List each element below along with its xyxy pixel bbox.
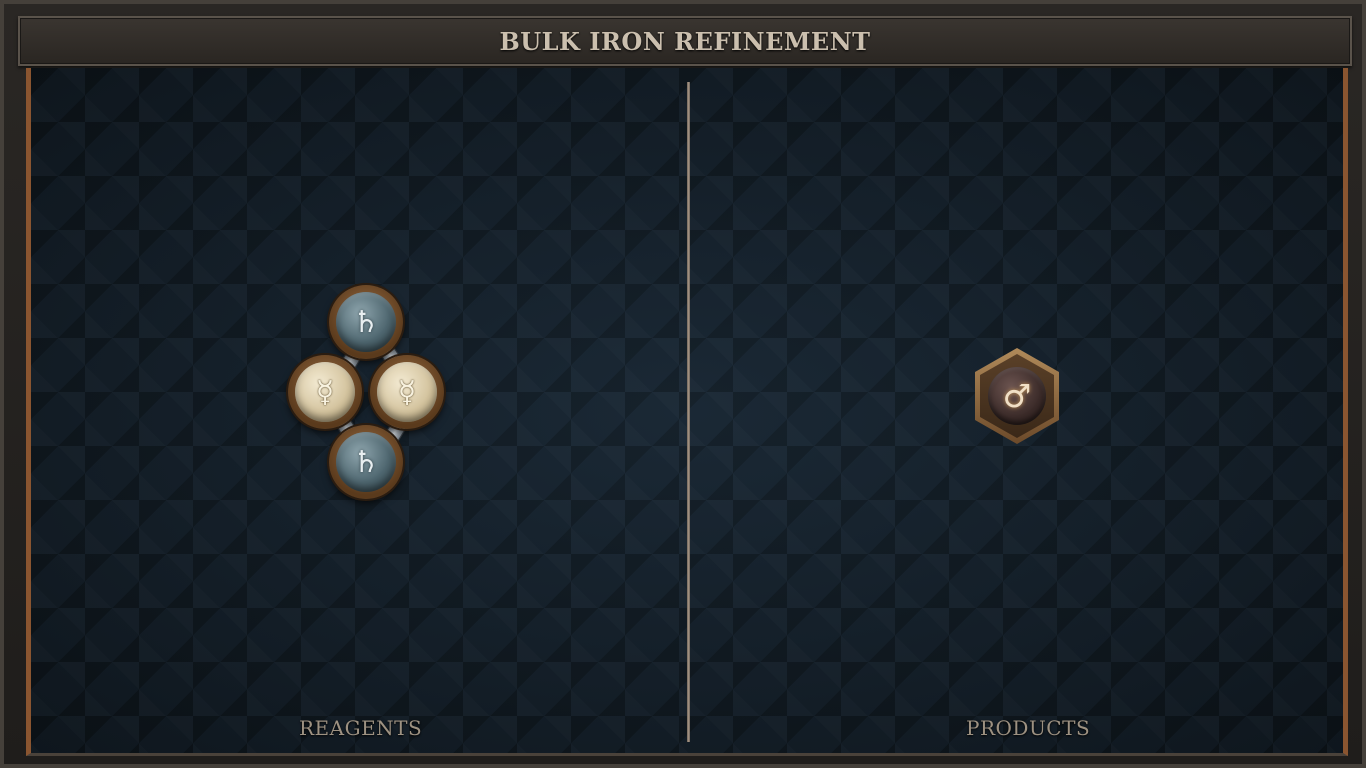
quicksilver-atom-right[interactable]: ☿ (370, 355, 444, 429)
quicksilver-symbol-icon: ☿ (377, 362, 437, 422)
quicksilver-symbol-icon: ☿ (295, 362, 355, 422)
reagents-label: REAGENTS (299, 716, 423, 740)
product-molecule[interactable]: ♂ (975, 348, 1059, 444)
recipe-board: ♄ ☿ ☿ ♄ ♂ REAGENTS PRODUCTS (26, 68, 1348, 756)
window-frame: BULK IRON REFINEMENT ♄ ☿ ☿ ♄ ♂ REAGENTS … (0, 0, 1366, 768)
iron-symbol-icon: ♂ (988, 367, 1046, 425)
lead-atom-bottom[interactable]: ♄ (329, 425, 403, 499)
quicksilver-atom-left[interactable]: ☿ (288, 355, 362, 429)
lead-symbol-icon: ♄ (336, 292, 396, 352)
reagent-molecule[interactable]: ♄ ☿ ☿ ♄ (286, 283, 456, 508)
section-divider (687, 82, 690, 742)
lead-atom-top[interactable]: ♄ (329, 285, 403, 359)
page-title: BULK IRON REFINEMENT (499, 26, 871, 56)
lead-symbol-icon: ♄ (336, 432, 396, 492)
title-bar: BULK IRON REFINEMENT (18, 16, 1352, 66)
products-label: PRODUCTS (966, 716, 1091, 740)
